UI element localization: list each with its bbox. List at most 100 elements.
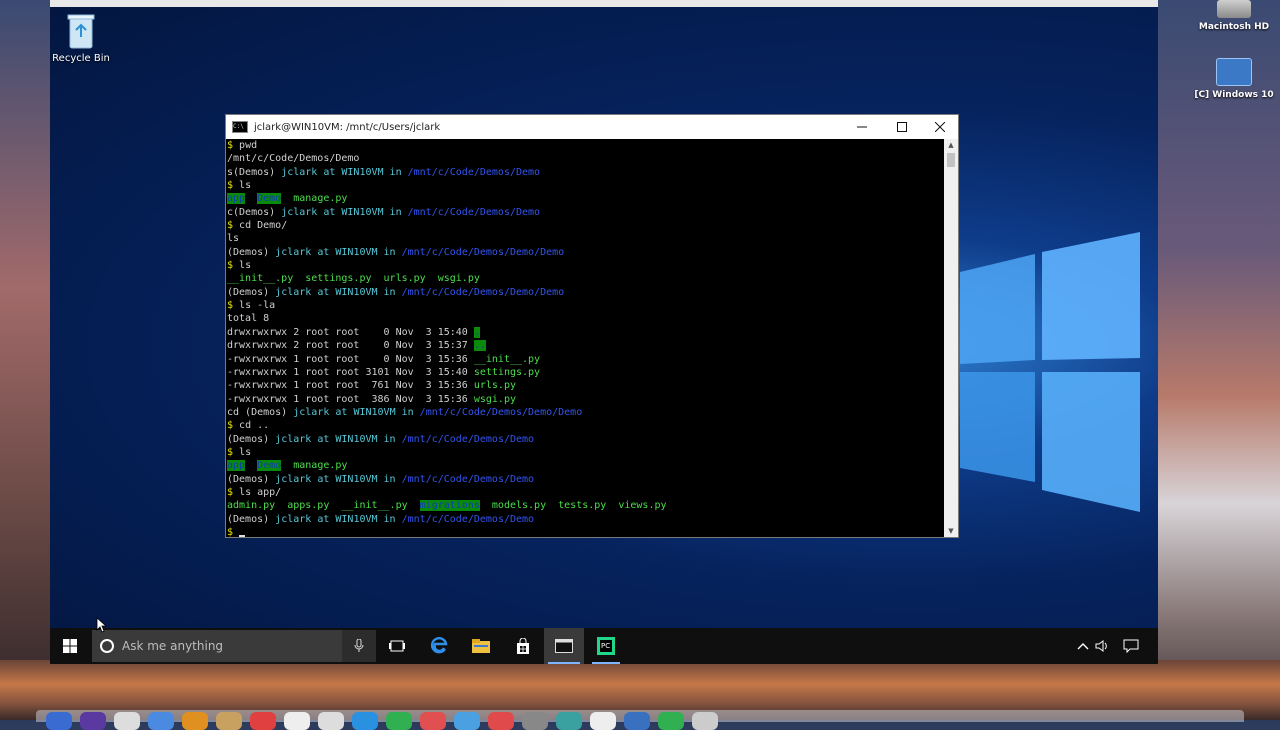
terminal-text: $ [227, 260, 240, 272]
dock-app-icon[interactable] [182, 712, 208, 730]
terminal-window[interactable]: C:\ jclark@WIN10VM: /mnt/c/Users/jclark … [225, 114, 959, 538]
volume-button[interactable] [1092, 628, 1112, 664]
edge-button[interactable] [422, 628, 456, 664]
terminal-text: $ [227, 220, 240, 232]
terminal-text: /mnt/c/Code/Demos/Demo [401, 433, 535, 445]
dock-finder-icon[interactable] [46, 712, 72, 730]
speaker-icon [1095, 640, 1107, 652]
dock-trash-icon[interactable] [692, 712, 718, 730]
terminal-line: (Demos) jclark at WIN10VM in /mnt/c/Code… [227, 246, 945, 259]
terminal-line: drwxrwxrwx 2 root root 0 Nov 3 15:40 . [227, 326, 945, 339]
terminal-text: .. [473, 340, 486, 352]
terminal-text: jclark at WIN10VM in [275, 513, 402, 525]
store-button[interactable] [506, 628, 540, 664]
terminal-line: app Demo manage.py [227, 192, 945, 205]
dock-app-icon[interactable] [624, 712, 650, 730]
microphone-icon[interactable] [342, 630, 376, 662]
terminal-text: $ [227, 526, 240, 537]
dock-app-icon[interactable] [352, 712, 378, 730]
maximize-icon [897, 122, 907, 132]
terminal-line: $ ls [227, 259, 945, 272]
action-center-button[interactable] [1114, 628, 1148, 664]
terminal-taskbar-button[interactable] [544, 628, 584, 664]
windows-10-drive-label: [C] Windows 10 [1194, 90, 1274, 100]
terminal-line: /mnt/c/Code/Demos/Demo [227, 152, 945, 165]
close-button[interactable] [920, 115, 960, 139]
terminal-line: $ ls [227, 446, 945, 459]
terminal-text: (Demos) [227, 286, 276, 298]
maximize-button[interactable] [882, 115, 922, 139]
task-view-button[interactable] [380, 628, 414, 664]
terminal-line: $ ls -la [227, 299, 945, 312]
start-button[interactable] [50, 628, 90, 664]
dock-app-icon[interactable] [556, 712, 582, 730]
mouse-cursor-icon [96, 617, 106, 633]
pycharm-button[interactable]: PC [588, 628, 624, 664]
terminal-text: $ [227, 446, 240, 458]
terminal-line: (Demos) jclark at WIN10VM in /mnt/c/Code… [227, 433, 945, 446]
scroll-up-icon[interactable]: ▲ [944, 139, 958, 151]
terminal-titlebar[interactable]: C:\ jclark@WIN10VM: /mnt/c/Users/jclark [226, 115, 958, 139]
dock-app-icon[interactable] [522, 712, 548, 730]
dock-app-icon[interactable] [420, 712, 446, 730]
macintosh-hd-icon[interactable]: Macintosh HD [1194, 0, 1274, 32]
dock-app-icon[interactable] [250, 712, 276, 730]
terminal-text: /mnt/c/Code/Demos/Demo [407, 166, 541, 178]
dock-safari-icon[interactable] [148, 712, 174, 730]
dock-app-icon[interactable] [114, 712, 140, 730]
dock-app-icon[interactable] [590, 712, 616, 730]
svg-text:PC: PC [601, 642, 610, 650]
terminal-text: /mnt/c/Code/Demos/Demo/Demo [419, 406, 583, 418]
recycle-bin[interactable]: Recycle Bin [50, 12, 116, 64]
terminal-text: -rwxrwxrwx 1 root root 761 Nov 3 15:36 [227, 380, 474, 392]
terminal-line: $ ls [227, 179, 945, 192]
terminal-text: cd Demo/ [239, 220, 288, 232]
terminal-text: app [227, 460, 246, 472]
terminal-text: (Demos) [227, 513, 276, 525]
terminal-text: -rwxrwxrwx 1 root root 0 Nov 3 15:36 [227, 353, 474, 365]
minimize-button[interactable] [842, 115, 882, 139]
terminal-output[interactable]: $ pwd/mnt/c/Code/Demos/Demo s(Demos) jcla… [226, 139, 945, 537]
terminal-line: -rwxrwxrwx 1 root root 761 Nov 3 15:36 u… [227, 379, 945, 392]
terminal-text: (Demos) [227, 433, 276, 445]
terminal-text: drwxrwxrwx 2 root root 0 Nov 3 15:40 [227, 326, 474, 338]
terminal-text: migrations [419, 500, 480, 512]
terminal-text: ls [239, 180, 252, 192]
terminal-text: __init__.py [473, 353, 541, 365]
pycharm-icon: PC [597, 637, 615, 655]
dock-app-icon[interactable] [216, 712, 242, 730]
terminal-text: ls [239, 260, 252, 272]
terminal-text: /mnt/c/Code/Demos/Demo/Demo [401, 286, 565, 298]
mac-desktop-left [0, 0, 50, 720]
edge-icon [430, 637, 448, 654]
dock-app-icon[interactable] [658, 712, 684, 730]
terminal-line: c(Demos) jclark at WIN10VM in /mnt/c/Cod… [227, 206, 945, 219]
terminal-text: jclark at WIN10VM in [281, 206, 408, 218]
dock-siri-icon[interactable] [80, 712, 106, 730]
terminal-text: __init__.py settings.py urls.py wsgi.py [227, 273, 480, 285]
terminal-title: jclark@WIN10VM: /mnt/c/Users/jclark [254, 121, 441, 133]
terminal-text: Demo [257, 460, 282, 472]
dock-app-icon[interactable] [454, 712, 480, 730]
file-explorer-button[interactable] [464, 628, 498, 664]
terminal-line: -rwxrwxrwx 1 root root 3101 Nov 3 15:40 … [227, 366, 945, 379]
mac-desktop-right: Macintosh HD [C] Windows 10 [1158, 0, 1280, 720]
dock-app-icon[interactable] [284, 712, 310, 730]
windows-10-drive-icon[interactable]: [C] Windows 10 [1194, 58, 1274, 100]
cortana-search-box[interactable]: Ask me anything [92, 630, 376, 662]
show-hidden-icons-button[interactable] [1074, 628, 1092, 664]
folder-icon [472, 639, 490, 653]
dock-app-icon[interactable] [386, 712, 412, 730]
terminal-text: $ [227, 420, 240, 432]
terminal-text: app [227, 193, 246, 205]
terminal-line: drwxrwxrwx 2 root root 0 Nov 3 15:37 .. [227, 339, 945, 352]
terminal-text: $ [227, 140, 240, 151]
scrollbar-thumb[interactable] [947, 153, 955, 167]
terminal-text: -rwxrwxrwx 1 root root 386 Nov 3 15:36 [227, 393, 474, 405]
terminal-scrollbar[interactable]: ▲ ▼ [944, 139, 958, 537]
terminal-text: s(Demos) [227, 166, 282, 178]
dock-app-icon[interactable] [488, 712, 514, 730]
scroll-down-icon[interactable]: ▼ [944, 525, 958, 537]
dock-app-icon[interactable] [318, 712, 344, 730]
